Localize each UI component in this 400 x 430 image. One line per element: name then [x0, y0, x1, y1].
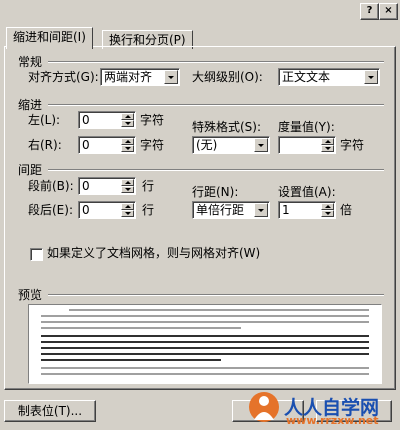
space-before-unit: 行: [142, 179, 155, 193]
preview-current-line: [41, 335, 369, 337]
right-indent-value: 0: [82, 138, 90, 152]
space-after-unit: 行: [142, 203, 155, 217]
chevron-down-icon[interactable]: [364, 70, 378, 84]
preview-group-title: 预览: [18, 288, 43, 302]
preview-divider: [48, 294, 384, 296]
right-indent-unit: 字符: [140, 138, 165, 152]
space-before-value: 0: [82, 179, 90, 193]
general-divider: [48, 61, 384, 63]
outline-level-label: 大纲级别(O):: [192, 70, 263, 84]
indent-by-label: 度量值(Y):: [278, 120, 335, 134]
watermark-logo-icon: [249, 392, 279, 422]
spacing-divider: [48, 169, 384, 171]
chevron-down-icon[interactable]: [254, 203, 268, 217]
special-indent-label: 特殊格式(S):: [192, 120, 262, 134]
preview-current-line: [41, 347, 369, 349]
outline-level-select[interactable]: 正文文本: [278, 68, 380, 86]
spin-up-icon[interactable]: [321, 138, 334, 145]
line-spacing-at-label: 设置值(A):: [278, 185, 336, 199]
spin-down-icon[interactable]: [121, 120, 134, 127]
alignment-label: 对齐方式(G):: [28, 70, 99, 84]
spin-down-icon[interactable]: [121, 210, 134, 217]
watermark-url: www.rrzxw.net: [286, 414, 379, 427]
preview-next-line: [41, 367, 369, 369]
spin-up-icon[interactable]: [121, 203, 134, 210]
preview-box: [28, 304, 382, 384]
special-indent-value: (无): [196, 138, 218, 152]
title-bar: [0, 0, 400, 22]
space-after-value: 0: [82, 203, 90, 217]
spin-up-icon[interactable]: [121, 113, 134, 120]
spin-up-icon[interactable]: [121, 138, 134, 145]
preview-prev-line: [41, 327, 241, 329]
spin-up-icon[interactable]: [321, 203, 334, 210]
space-after-spinner[interactable]: 0: [78, 201, 136, 219]
tab-indent-spacing[interactable]: 缩进和间距(I): [6, 27, 93, 49]
spacing-group-title: 间距: [18, 163, 43, 177]
indent-by-spinner[interactable]: [278, 136, 336, 154]
preview-current-line: [41, 341, 369, 343]
preview-prev-line: [69, 309, 369, 311]
chevron-down-icon[interactable]: [164, 70, 178, 84]
line-spacing-select[interactable]: 单倍行距: [192, 201, 270, 219]
spin-down-icon[interactable]: [321, 145, 334, 152]
right-indent-spinner[interactable]: 0: [78, 136, 136, 154]
snap-to-grid-label[interactable]: 如果定义了文档网格，则与网格对齐(W): [47, 244, 260, 262]
space-before-label: 段前(B):: [28, 179, 74, 193]
indent-by-unit: 字符: [340, 138, 365, 152]
line-spacing-value: 单倍行距: [196, 203, 245, 217]
space-after-label: 段后(E):: [28, 203, 73, 217]
right-indent-label: 右(R):: [28, 138, 62, 152]
preview-current-line: [41, 359, 221, 361]
left-indent-label: 左(L):: [28, 113, 61, 127]
preview-prev-line: [41, 315, 369, 317]
alignment-select[interactable]: 两端对齐: [100, 68, 180, 86]
preview-next-line: [41, 373, 369, 375]
tabs-button[interactable]: 制表位(T)...: [4, 400, 96, 422]
alignment-value: 两端对齐: [104, 70, 153, 84]
preview-current-line: [41, 353, 369, 355]
help-button[interactable]: ?: [360, 3, 379, 20]
close-button[interactable]: ×: [379, 3, 398, 20]
snap-to-grid-checkbox[interactable]: [30, 248, 43, 261]
chevron-down-icon[interactable]: [254, 138, 268, 152]
left-indent-spinner[interactable]: 0: [78, 111, 136, 129]
special-indent-select[interactable]: (无): [192, 136, 270, 154]
preview-prev-line: [41, 321, 369, 323]
line-spacing-at-unit: 倍: [340, 203, 353, 217]
spin-down-icon[interactable]: [121, 145, 134, 152]
outline-level-value: 正文文本: [282, 70, 331, 84]
line-spacing-at-spinner[interactable]: 1: [278, 201, 336, 219]
left-indent-unit: 字符: [140, 113, 165, 127]
spin-down-icon[interactable]: [121, 186, 134, 193]
line-spacing-label: 行距(N):: [192, 185, 239, 199]
left-indent-value: 0: [82, 113, 90, 127]
spin-up-icon[interactable]: [121, 179, 134, 186]
line-spacing-at-value: 1: [282, 203, 290, 217]
space-before-spinner[interactable]: 0: [78, 177, 136, 195]
spin-down-icon[interactable]: [321, 210, 334, 217]
indent-divider: [48, 104, 384, 106]
